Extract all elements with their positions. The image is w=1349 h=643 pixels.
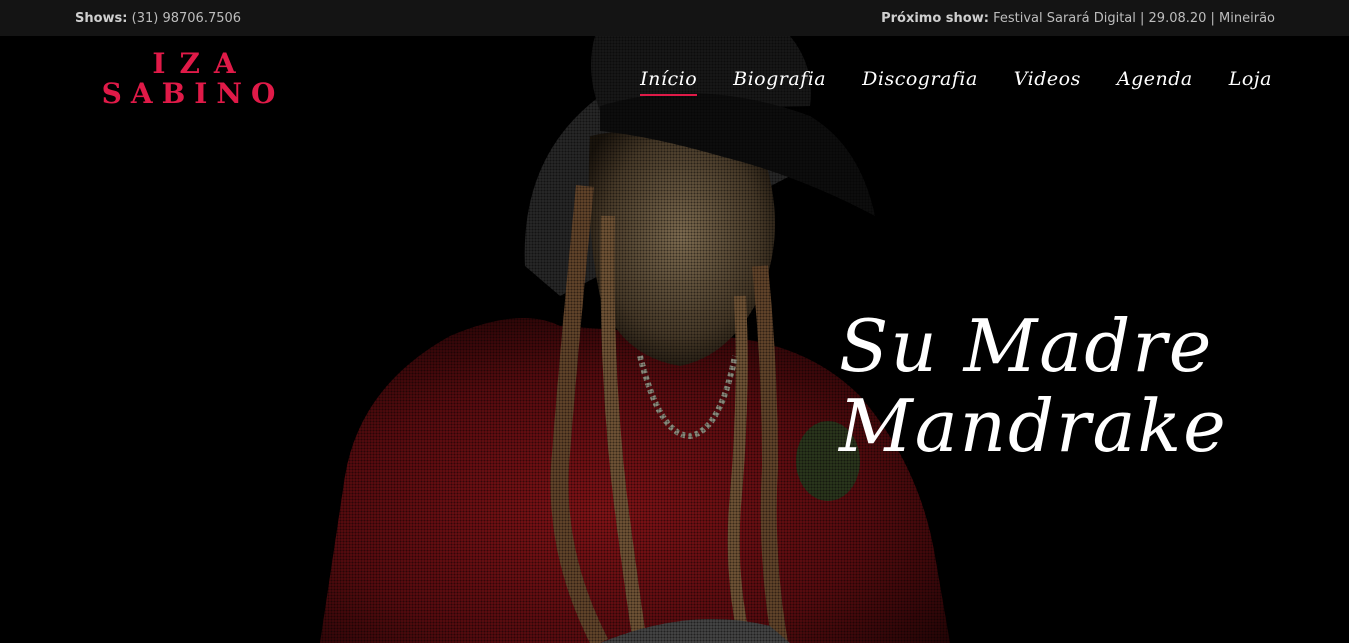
next-show-value: Festival Sarará Digital | 29.08.20 | Min…: [993, 10, 1275, 26]
nav-item-agenda[interactable]: Agenda: [1117, 68, 1193, 96]
shows-label: Shows:: [75, 10, 128, 26]
nav-item-loja[interactable]: Loja: [1229, 68, 1272, 96]
main-nav: Início Biografia Discografia Videos Agen…: [640, 68, 1272, 96]
hero-section: Su Madre Mandrake: [0, 36, 1349, 643]
next-show: Próximo show: Festival Sarará Digital | …: [881, 11, 1275, 26]
nav-item-videos[interactable]: Videos: [1014, 68, 1081, 96]
site-logo[interactable]: IZA SABINO: [75, 49, 311, 109]
shows-phone[interactable]: (31) 98706.7506: [132, 11, 241, 26]
nav-item-inicio[interactable]: Início: [640, 68, 698, 96]
site-header: IZA SABINO Início Biografia Discografia …: [0, 36, 1349, 126]
next-show-label: Próximo show:: [881, 10, 989, 26]
headline-line2: Mandrake: [839, 384, 1228, 468]
headline-line1: Su Madre: [839, 304, 1214, 388]
logo-line1: IZA: [152, 47, 250, 80]
logo-line2: SABINO: [101, 77, 285, 110]
hero-headline: Su Madre Mandrake: [839, 306, 1279, 466]
shows-contact: Shows: (31) 98706.7506: [75, 11, 241, 26]
nav-item-discografia[interactable]: Discografia: [862, 68, 978, 96]
top-info-bar: Shows: (31) 98706.7506 Próximo show: Fes…: [0, 0, 1349, 36]
nav-item-biografia[interactable]: Biografia: [733, 68, 826, 96]
